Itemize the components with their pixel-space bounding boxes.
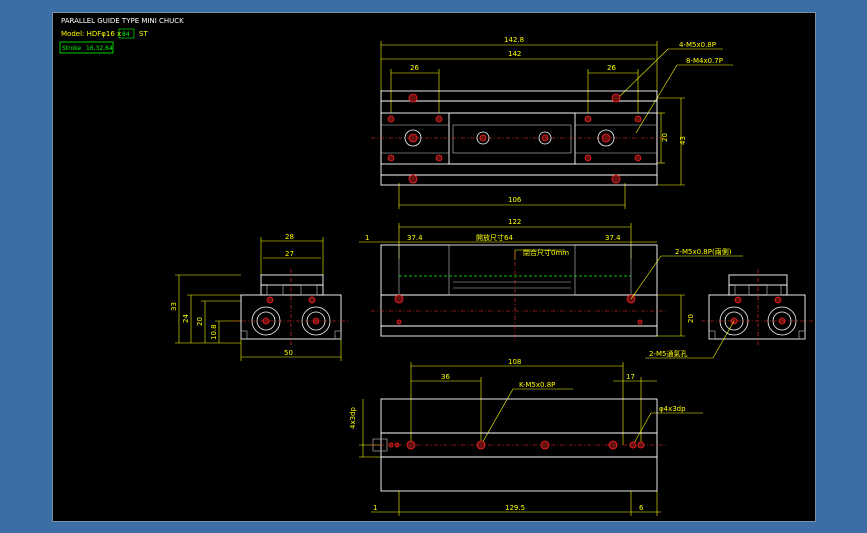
front-note-bottom: 2-M5通氣孔 (649, 349, 687, 358)
top-dim-height-inner: 20 (661, 133, 669, 142)
front-open-label: 開放尺寸64 (476, 233, 513, 242)
top-dim-height-outer: 43 (679, 136, 687, 145)
side-dim-mid: 24 (182, 314, 190, 323)
top-view: 142.8 142 26 26 106 20 43 4-M5x0.8P 8-M4… (371, 36, 733, 209)
front-dim-left: 37.4 (407, 234, 423, 242)
side-dim-base: 10.8 (210, 324, 218, 340)
model-box-value: 84 (122, 31, 130, 38)
top-note-a: 4-M5x0.8P (679, 41, 716, 49)
bottom-dim-right: 17 (626, 373, 635, 381)
drawing-header: PARALLEL GUIDE TYPE MINI CHUCK Model: HD… (59, 17, 184, 54)
cad-drawing: PARALLEL GUIDE TYPE MINI CHUCK Model: HD… (59, 17, 813, 516)
bottom-dim-off-left: 1 (373, 504, 377, 512)
bottom-view: 108 36 17 K-M5x0.8P φ4x3dp 4x3dp 1 129.5… (349, 358, 703, 516)
bottom-dim-pitch: 108 (508, 358, 521, 366)
drawing-title: PARALLEL GUIDE TYPE MINI CHUCK (61, 17, 184, 25)
front-view: 122 1 37.4 37.4 開放尺寸64 閉合尺寸0mm 20 2-M5x0… (359, 218, 743, 359)
front-dim-width: 122 (508, 218, 521, 226)
stroke-value: 16,32,64 (86, 45, 113, 52)
top-dim-left: 26 (410, 64, 419, 72)
top-note-b: 8-M4x0.7P (686, 57, 723, 65)
top-dim-right: 26 (607, 64, 616, 72)
top-dim-pitch: 106 (508, 196, 522, 204)
side-dim-height: 33 (170, 302, 178, 311)
front-dim-right: 37.4 (605, 234, 621, 242)
model-suffix: ST (139, 30, 148, 38)
cad-viewport[interactable]: PARALLEL GUIDE TYPE MINI CHUCK Model: HD… (52, 12, 816, 522)
bottom-dim-side: 4x3dp (349, 407, 357, 429)
side-view-right (701, 269, 813, 359)
side-view-left: 28 27 50 33 24 20 10.8 (170, 233, 349, 361)
front-note-ports: 2-M5x0.8P(兩側) (675, 247, 732, 256)
bottom-dim-off-right: 6 (639, 504, 644, 512)
front-dim-height: 20 (687, 314, 695, 323)
bottom-dim-left: 36 (441, 373, 450, 381)
side-dim-top: 28 (285, 233, 294, 241)
side-dim-inner: 20 (196, 317, 204, 326)
bottom-note-k: K-M5x0.8P (519, 381, 555, 389)
stroke-label: Stroke (62, 45, 81, 52)
side-dim-jaw: 27 (285, 250, 294, 258)
front-close-label: 閉合尺寸0mm (523, 248, 569, 257)
bottom-note-dowel: φ4x3dp (659, 405, 686, 413)
side-dim-width: 50 (284, 349, 293, 357)
bottom-dim-length: 129.5 (505, 504, 525, 512)
top-dim-overall: 142.8 (504, 36, 524, 44)
front-dim-offset: 1 (365, 234, 369, 242)
top-dim-body: 142 (508, 50, 521, 58)
model-prefix: Model: HDFφ16 x (61, 30, 121, 38)
